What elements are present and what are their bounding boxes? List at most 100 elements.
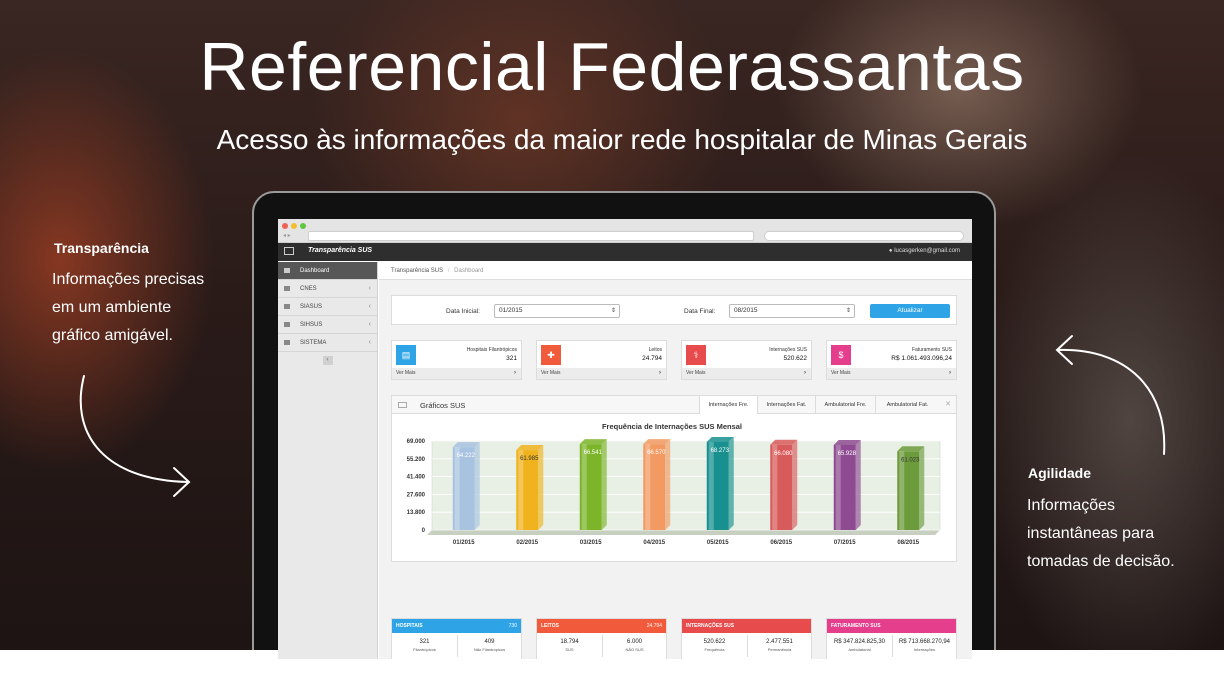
tab-ambulatorial-freq[interactable]: Ambulatorial Fre.	[815, 396, 875, 414]
stat-value: 321	[506, 355, 517, 362]
start-date-select[interactable]: 01/2015 ⇕	[494, 304, 620, 318]
summary-card-title: INTERNAÇÕES SUS	[686, 623, 735, 629]
y-tick-label: 69.000	[407, 439, 426, 445]
x-tick-label: 05/2015	[707, 540, 729, 546]
summary-value: 321	[419, 639, 430, 645]
bar-chart: Frequência de Internações SUS Mensal 69.…	[407, 422, 941, 546]
sidebar-collapse-button[interactable]: ‹	[322, 356, 333, 365]
sidebar-item-siasus[interactable]: SIASUS ‹	[278, 298, 377, 316]
update-button[interactable]: Atualizar	[870, 304, 950, 318]
sidebar-item-label: CNES	[300, 286, 317, 292]
summary-label: Não Filantrópicos	[473, 647, 506, 652]
see-more-link[interactable]: Ver Mais ›	[392, 368, 521, 379]
summary-label: Internações	[914, 647, 935, 652]
browser-url-bar[interactable]	[308, 231, 754, 241]
menu-icon[interactable]	[284, 247, 294, 255]
sidebar-item-label: SISTEMA	[300, 340, 327, 346]
left-feature-line: gráfico amigável.	[52, 327, 173, 344]
stat-card-beds: ✚ Leitos 24.794 Ver Mais ›	[536, 340, 667, 380]
right-feature-line: tomadas de decisão.	[1027, 553, 1175, 570]
home-icon	[284, 268, 290, 273]
bar-highlight	[772, 444, 778, 530]
bar-side	[728, 436, 734, 530]
see-more-link[interactable]: Ver Mais ›	[827, 368, 956, 379]
x-tick-label: 08/2015	[897, 540, 919, 546]
chevron-left-icon: ‹	[368, 285, 371, 292]
summary-value: 520.622	[703, 639, 726, 645]
user-menu[interactable]: ● lucasgerken@gmail.com	[889, 248, 960, 254]
clipboard-icon: ▤	[396, 345, 416, 365]
bar-side	[855, 439, 861, 530]
summary-card-header: FATURAMENTO SUS	[827, 619, 956, 633]
charts-panel-header: Gráficos SUS Internações Fre. Internaçõe…	[392, 396, 956, 414]
summary-card-title: LEITOS	[541, 623, 559, 629]
browser-bar: ◂ ▸	[278, 219, 972, 243]
curved-arrow-icon	[1055, 335, 1166, 455]
right-feature-line: instantâneas para	[1027, 525, 1155, 542]
browser-maximize-dot[interactable]	[300, 223, 306, 229]
chevron-right-icon: ›	[659, 370, 661, 376]
bar-side	[538, 445, 544, 530]
summary-label: Filantrópicos	[413, 647, 436, 652]
summary-card-title: FATURAMENTO SUS	[831, 623, 881, 629]
bar-highlight	[454, 447, 460, 530]
hero-subtitle: Acesso às informações da maior rede hosp…	[216, 124, 1028, 155]
browser-close-dot[interactable]	[282, 223, 288, 229]
right-feature-text: Informações instantâneas para tomadas de…	[1027, 492, 1175, 576]
see-more-label: Ver Mais	[686, 370, 706, 376]
chevron-right-icon: ›	[949, 370, 951, 376]
date-filter-panel: Data Inicial: 01/2015 ⇕ Data Final: 08/2…	[391, 295, 957, 325]
summary-label: Frequência	[704, 647, 725, 652]
browser-minimize-dot[interactable]	[291, 223, 297, 229]
close-icon[interactable]: ✕	[945, 400, 951, 408]
sidebar-item-label: SIASUS	[300, 304, 323, 310]
breadcrumb-root[interactable]: Transparência SUS	[391, 268, 443, 274]
sidebar-item-sihsus[interactable]: SIHSUS ‹	[278, 316, 377, 334]
see-more-link[interactable]: Ver Mais ›	[537, 368, 666, 379]
select-caret-icon: ⇕	[845, 308, 851, 314]
summary-card-total: 24.794	[646, 623, 662, 629]
stat-label: Faturamento SUS	[911, 347, 952, 353]
browser-back-icon[interactable]: ◂ ▸	[283, 232, 291, 239]
chevron-right-icon: ›	[804, 370, 806, 376]
end-date-select[interactable]: 08/2015 ⇕	[729, 304, 855, 318]
bar-highlight	[835, 444, 841, 530]
tab-ambulatorial-fat[interactable]: Ambulatorial Fat.	[875, 396, 939, 414]
summary-value: R$ 713.668.270,94	[898, 639, 951, 645]
summary-card-title: HOSPITAIS	[396, 623, 423, 629]
curved-arrow-icon	[79, 375, 191, 497]
see-more-label: Ver Mais	[396, 370, 416, 376]
browser-search-bar[interactable]	[764, 231, 964, 241]
y-tick-label: 55.200	[407, 457, 426, 463]
summary-col: R$ 347.824.825,30 Ambulatorial	[827, 639, 892, 652]
bar-highlight	[645, 444, 651, 530]
sidebar-item-cnes[interactable]: CNES ‹	[278, 280, 377, 298]
stat-card-hospitals: ▤ Hospitais Filantrópicos 321 Ver Mais ›	[391, 340, 522, 380]
bar-value-label: 64.222	[457, 453, 476, 459]
sidebar-item-sistema[interactable]: SISTEMA ‹	[278, 334, 377, 352]
see-more-link[interactable]: Ver Mais ›	[682, 368, 811, 379]
bar-value-label: 61.023	[901, 457, 920, 463]
left-feature-line: Informações precisas	[52, 271, 205, 288]
app-brand[interactable]: Transparência SUS	[308, 247, 372, 254]
stethoscope-icon: ⚕	[686, 345, 706, 365]
tab-internacoes-fat[interactable]: Internações Fat.	[757, 396, 815, 414]
tab-internacoes-freq[interactable]: Internações Fre.	[699, 396, 757, 414]
bar-highlight	[581, 444, 587, 530]
x-tick-label: 02/2015	[516, 540, 538, 546]
start-date-label: Data Inicial:	[446, 308, 480, 315]
chevron-left-icon: ‹	[368, 303, 371, 310]
sidebar-item-dashboard[interactable]: Dashboard	[278, 262, 377, 280]
bar-value-label: 66.570	[647, 450, 666, 456]
y-tick-label: 13.800	[407, 510, 426, 516]
bar-side	[665, 439, 671, 530]
summary-value: R$ 347.824.825,30	[833, 639, 886, 645]
stat-card-admissions: ⚕ Internações SUS 520.622 Ver Mais ›	[681, 340, 812, 380]
x-tick-label: 07/2015	[834, 540, 856, 546]
right-feature-line: Informações	[1027, 497, 1116, 514]
breadcrumb-current: Dashboard	[454, 268, 484, 274]
see-more-label: Ver Mais	[831, 370, 851, 376]
stat-label: Internações SUS	[769, 347, 807, 353]
end-date-value: 08/2015	[734, 307, 758, 314]
bar-value-label: 68.273	[711, 448, 730, 454]
